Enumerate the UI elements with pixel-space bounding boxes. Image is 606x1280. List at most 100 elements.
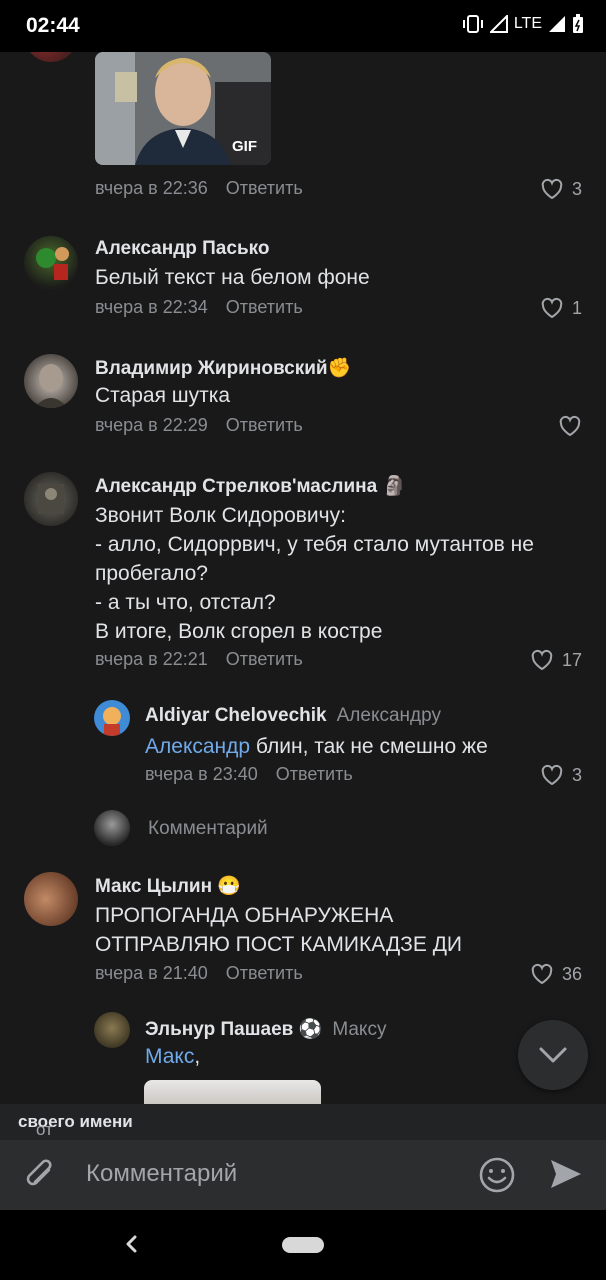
post-as-bar[interactable]: от своего имени	[0, 1104, 606, 1140]
reply-text: блин, так не смешно же	[250, 735, 488, 758]
like-button[interactable]: 17	[530, 649, 582, 671]
author-name: Макс Цылин	[95, 876, 213, 897]
comment-meta: вчера в 22:21 Ответить	[95, 649, 303, 670]
status-time: 02:44	[26, 14, 80, 37]
status-bar: 02:44 LTE	[0, 0, 606, 52]
avatar[interactable]	[24, 52, 78, 62]
comment-date: вчера в 22:29	[95, 415, 208, 435]
avatar[interactable]	[24, 354, 78, 408]
battery-icon	[573, 14, 583, 33]
gif-label: GIF	[232, 138, 257, 155]
heart-icon	[541, 297, 563, 319]
signal-icon-2	[549, 16, 565, 32]
avatar[interactable]	[94, 700, 130, 736]
mask-emoji-icon: 😷	[217, 876, 242, 897]
network-type: LTE	[513, 15, 542, 32]
author-name: Эльнур Пашаев	[145, 1019, 294, 1040]
reply-button[interactable]: Ответить	[276, 764, 353, 784]
ball-emoji-icon: ⚽	[298, 1019, 323, 1040]
comment-meta: вчера в 23:40 Ответить	[145, 764, 353, 785]
reply-button[interactable]: Ответить	[226, 649, 303, 669]
fist-emoji-icon: ✊	[327, 358, 352, 379]
mention-link[interactable]: Александр	[145, 735, 250, 758]
heart-icon	[541, 764, 563, 786]
heart-icon	[531, 649, 553, 671]
avatar[interactable]	[24, 472, 78, 526]
author-name: Александр Пасько	[95, 238, 270, 259]
scroll-down-button[interactable]	[518, 1020, 588, 1090]
comment-input[interactable]: Комментарий	[86, 1160, 237, 1188]
comment-meta: вчера в 22:34 Ответить	[95, 297, 303, 318]
like-count: 1	[571, 297, 582, 318]
comment-text: Старая шутка	[95, 384, 231, 407]
comment-author[interactable]: Александр Пасько	[95, 238, 270, 260]
comments-feed[interactable]: GIF вчера в 22:36 Ответить 3 Александр Па…	[0, 52, 606, 1104]
comment-text: ПРОПОГАНДА ОБНАРУЖЕНА ОТПРАВЛЯЮ ПОСТ КАМ…	[95, 904, 463, 956]
avatar-image	[36, 247, 69, 280]
system-nav-bar	[0, 1210, 606, 1280]
vibrate-icon	[462, 15, 483, 33]
comment-author[interactable]: Владимир Жириновский✊	[95, 356, 351, 380]
chevron-down-icon	[539, 1047, 567, 1063]
signal-icon	[489, 15, 508, 33]
comment-text: Звонит Волк Сидоровичу: - алло, Сидоррви…	[95, 504, 534, 643]
avatar-image	[34, 364, 68, 408]
like-count: 17	[561, 649, 582, 670]
comment-meta: вчера в 22:29 Ответить	[95, 415, 303, 436]
comment-meta: вчера в 22:36 Ответить	[95, 178, 303, 199]
like-button[interactable]	[558, 415, 582, 437]
comment-date: вчера в 22:36	[95, 178, 208, 198]
reply-button[interactable]: Ответить	[226, 963, 303, 983]
like-count: 3	[571, 178, 582, 199]
reply-text: ,	[194, 1045, 201, 1068]
gif-thumbnail[interactable]: GIF	[95, 52, 271, 165]
reply-to-label[interactable]: Максу	[332, 1019, 386, 1040]
own-avatar	[94, 810, 130, 846]
nav-back-button[interactable]	[122, 1232, 142, 1261]
like-count: 3	[571, 764, 582, 785]
emoji-button[interactable]	[478, 1156, 516, 1199]
inline-reply-placeholder[interactable]: Комментарий	[148, 818, 268, 840]
status-icons: LTE	[462, 14, 584, 34]
comment-date: вчера в 22:21	[95, 649, 208, 669]
reply-button[interactable]: Ответить	[226, 297, 303, 317]
nav-home-button[interactable]	[282, 1237, 324, 1253]
comment-date: вчера в 23:40	[145, 764, 258, 784]
avatar[interactable]	[24, 236, 78, 290]
attach-button[interactable]	[22, 1156, 60, 1199]
heart-icon	[541, 178, 563, 200]
send-button[interactable]	[548, 1156, 584, 1197]
heart-icon	[531, 963, 553, 985]
comment-text: Александр блин, так не смешно же	[145, 732, 585, 761]
like-count: 36	[561, 963, 582, 984]
heart-icon	[559, 415, 581, 437]
reply-button[interactable]: Ответить	[226, 178, 303, 198]
comment-date: вчера в 21:40	[95, 963, 208, 983]
avatar-image	[103, 707, 121, 736]
comment-author[interactable]: Эльнур Пашаев ⚽ Максу	[145, 1017, 386, 1041]
paperclip-icon	[26, 1159, 52, 1186]
comment-meta: вчера в 21:40 Ответить	[95, 963, 303, 984]
comment-author[interactable]: Александр Стрелков'маслина 🗿	[95, 474, 406, 498]
avatar-image	[38, 484, 64, 514]
reply-image-thumbnail[interactable]	[144, 1080, 321, 1104]
send-icon	[551, 1160, 581, 1188]
back-arrow-icon	[126, 1235, 137, 1253]
comment-composer: Комментарий	[0, 1140, 606, 1210]
like-button[interactable]: 1	[540, 297, 582, 319]
author-name: Александр Стрелков'маслина	[95, 476, 378, 497]
comment-author[interactable]: Макс Цылин 😷	[95, 874, 241, 898]
like-button[interactable]: 3	[540, 764, 582, 786]
comment-author[interactable]: Aldiyar Chelovechik Александру	[145, 705, 441, 727]
mention-link[interactable]: Макс	[145, 1045, 194, 1068]
avatar[interactable]	[94, 1012, 130, 1048]
post-as-label: от своего имени	[18, 1112, 133, 1139]
author-name: Aldiyar Chelovechik	[145, 705, 327, 726]
avatar[interactable]	[24, 872, 78, 926]
like-button[interactable]: 36	[530, 963, 582, 985]
reply-button[interactable]: Ответить	[226, 415, 303, 435]
like-button[interactable]: 3	[540, 178, 582, 200]
comment-date: вчера в 22:34	[95, 297, 208, 317]
reply-to-label[interactable]: Александру	[337, 705, 441, 726]
comment-text: Белый текст на белом фоне	[95, 266, 370, 289]
